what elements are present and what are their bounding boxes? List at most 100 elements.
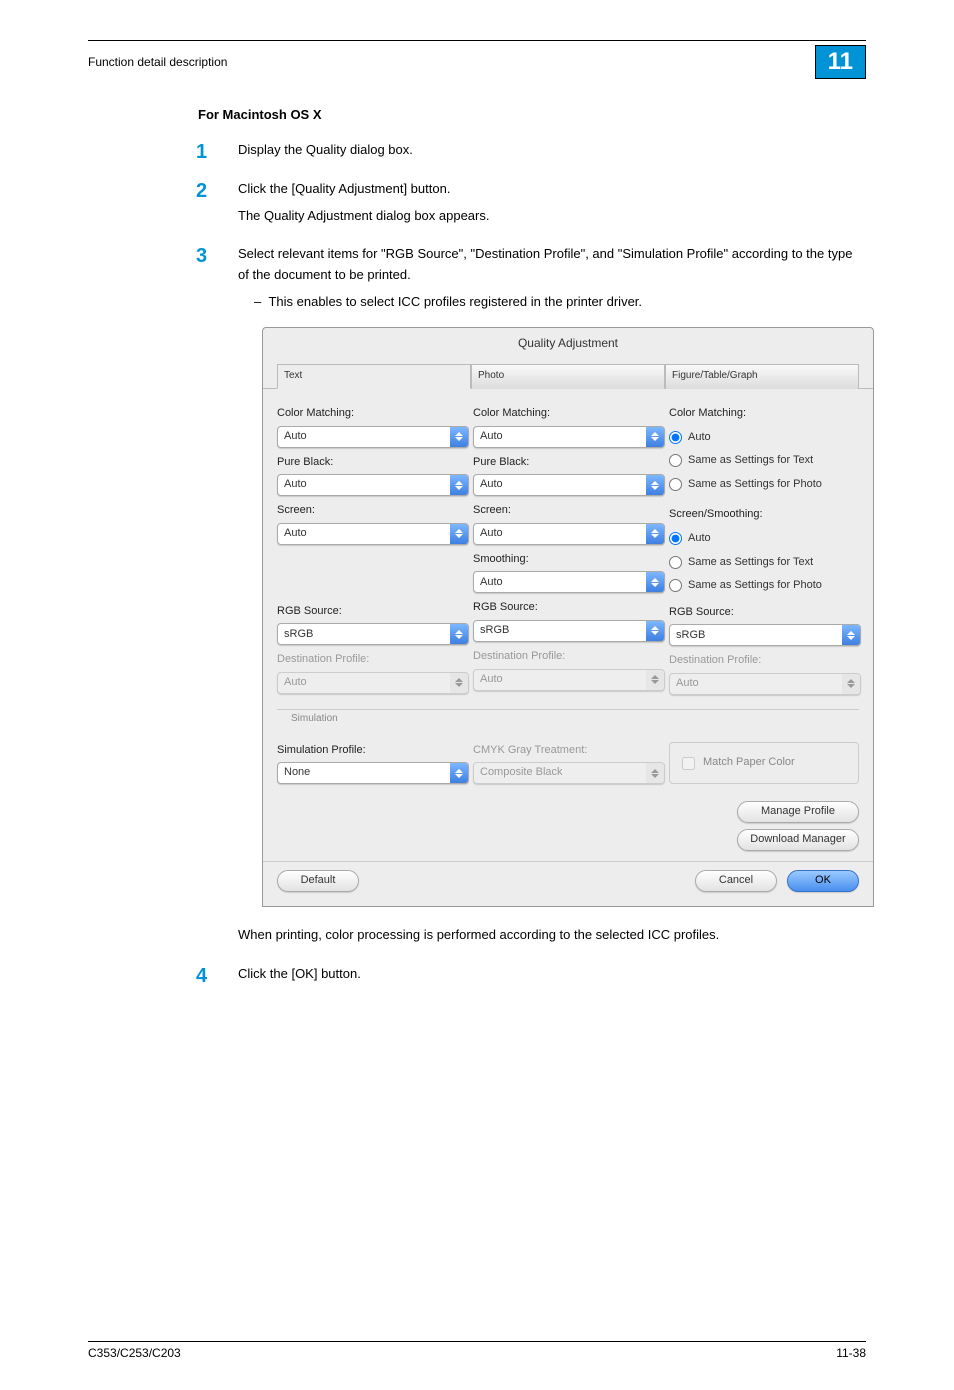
- quality-adjustment-dialog: Quality Adjustment Text Photo Figure/Tab…: [262, 327, 874, 907]
- step-1-text: Display the Quality dialog box.: [238, 142, 413, 157]
- radio-label: Auto: [688, 530, 711, 548]
- stepper-icon: [450, 427, 468, 447]
- label-simulation-profile: Simulation Profile:: [277, 742, 467, 760]
- select-value: Auto: [670, 675, 842, 693]
- stepper-icon: [646, 670, 664, 690]
- label-dest-profile-1: Destination Profile:: [277, 651, 467, 669]
- step-2-text: Click the [Quality Adjustment] button.: [238, 181, 450, 196]
- select-value: Auto: [474, 525, 646, 543]
- checkbox-input: [682, 757, 695, 770]
- select-screen-photo[interactable]: Auto: [473, 523, 665, 545]
- page-header-title: Function detail description: [88, 55, 227, 69]
- footer-right: 11-38: [836, 1346, 866, 1360]
- label-pure-black-1: Pure Black:: [277, 454, 467, 472]
- select-rgb-source-figure[interactable]: sRGB: [669, 624, 861, 646]
- label-smoothing-2: Smoothing:: [473, 551, 663, 569]
- section-heading: For Macintosh OS X: [198, 107, 866, 122]
- select-value: Auto: [474, 574, 646, 592]
- select-simulation-profile[interactable]: None: [277, 762, 469, 784]
- select-dest-profile-text: Auto: [277, 672, 469, 694]
- cancel-button[interactable]: Cancel: [695, 870, 777, 892]
- step-3-bullet: – This enables to select ICC profiles re…: [238, 292, 866, 313]
- footer-left: C353/C253/C203: [88, 1346, 181, 1360]
- column-figure: Color Matching: Auto Same as Settings fo…: [669, 399, 859, 695]
- tab-figure[interactable]: Figure/Table/Graph: [665, 364, 859, 389]
- stepper-icon: [842, 674, 860, 694]
- select-color-matching-photo[interactable]: Auto: [473, 426, 665, 448]
- stepper-icon: [646, 621, 664, 641]
- select-rgb-source-text[interactable]: sRGB: [277, 623, 469, 645]
- step-3-text: Select relevant items for "RGB Source", …: [238, 246, 852, 282]
- stepper-icon: [646, 524, 664, 544]
- default-button[interactable]: Default: [277, 870, 359, 892]
- radio-cm-same-text[interactable]: Same as Settings for Text: [669, 452, 859, 470]
- label-dest-profile-2: Destination Profile:: [473, 648, 663, 666]
- label-rgb-source-2: RGB Source:: [473, 599, 663, 617]
- radio-ss-same-text[interactable]: Same as Settings for Text: [669, 554, 859, 572]
- column-text: Color Matching: Auto Pure Black: Auto Sc…: [277, 399, 467, 695]
- ok-button[interactable]: OK: [787, 870, 859, 892]
- stepper-icon: [450, 524, 468, 544]
- step-1: Display the Quality dialog box.: [196, 140, 866, 161]
- chapter-number-badge: 11: [815, 45, 866, 79]
- radio-label: Auto: [688, 429, 711, 447]
- step-4: Click the [OK] button.: [196, 964, 866, 985]
- radio-label: Same as Settings for Photo: [688, 577, 822, 595]
- label-color-matching-2: Color Matching:: [473, 405, 663, 423]
- select-value: Auto: [278, 525, 450, 543]
- select-cmyk-gray: Composite Black: [473, 762, 665, 784]
- radio-ss-same-photo[interactable]: Same as Settings for Photo: [669, 577, 859, 595]
- radio-label: Same as Settings for Text: [688, 554, 813, 572]
- radio-cm-same-photo[interactable]: Same as Settings for Photo: [669, 476, 859, 494]
- select-pure-black-photo[interactable]: Auto: [473, 474, 665, 496]
- select-dest-profile-photo: Auto: [473, 669, 665, 691]
- stepper-icon: [450, 763, 468, 783]
- select-value: None: [278, 764, 450, 782]
- stepper-icon: [646, 572, 664, 592]
- label-dest-profile-3: Destination Profile:: [669, 652, 859, 670]
- radio-cm-auto[interactable]: Auto: [669, 429, 859, 447]
- select-screen-text[interactable]: Auto: [277, 523, 469, 545]
- label-cmyk-gray: CMYK Gray Treatment:: [473, 742, 663, 760]
- checkbox-label: Match Paper Color: [703, 754, 795, 772]
- select-value: Auto: [278, 476, 450, 494]
- stepper-icon: [646, 763, 664, 783]
- select-value: Auto: [474, 476, 646, 494]
- select-pure-black-text[interactable]: Auto: [277, 474, 469, 496]
- select-dest-profile-figure: Auto: [669, 673, 861, 695]
- tab-photo[interactable]: Photo: [471, 364, 665, 389]
- select-value: Composite Black: [474, 764, 646, 782]
- step-3-bullet-text: This enables to select ICC profiles regi…: [268, 294, 642, 309]
- select-value: sRGB: [278, 626, 450, 644]
- radio-label: Same as Settings for Photo: [688, 476, 822, 494]
- step-3: Select relevant items for "RGB Source", …: [196, 244, 866, 946]
- step-4-text: Click the [OK] button.: [238, 966, 361, 981]
- step-2: Click the [Quality Adjustment] button. T…: [196, 179, 866, 227]
- select-color-matching-text[interactable]: Auto: [277, 426, 469, 448]
- select-value: sRGB: [474, 622, 646, 640]
- stepper-icon: [842, 625, 860, 645]
- stepper-icon: [450, 624, 468, 644]
- stepper-icon: [646, 475, 664, 495]
- select-smoothing-photo[interactable]: Auto: [473, 571, 665, 593]
- radio-label: Same as Settings for Text: [688, 452, 813, 470]
- radio-ss-auto[interactable]: Auto: [669, 530, 859, 548]
- post-screenshot-text: When printing, color processing is perfo…: [238, 925, 866, 946]
- label-rgb-source-1: RGB Source:: [277, 603, 467, 621]
- label-color-matching-1: Color Matching:: [277, 405, 467, 423]
- select-rgb-source-photo[interactable]: sRGB: [473, 620, 665, 642]
- label-screen-2: Screen:: [473, 502, 663, 520]
- label-color-matching-3: Color Matching:: [669, 405, 859, 423]
- dialog-title: Quality Adjustment: [263, 328, 873, 363]
- download-manager-button[interactable]: Download Manager: [737, 829, 859, 851]
- step-2-continuation: The Quality Adjustment dialog box appear…: [238, 206, 866, 227]
- checkbox-match-paper-color: Match Paper Color: [669, 742, 859, 784]
- select-value: Auto: [474, 428, 646, 446]
- tab-text[interactable]: Text: [277, 364, 471, 389]
- manage-profile-button[interactable]: Manage Profile: [737, 801, 859, 823]
- label-screen-1: Screen:: [277, 502, 467, 520]
- simulation-group-label: Simulation: [277, 711, 352, 727]
- select-value: Auto: [278, 674, 450, 692]
- label-pure-black-2: Pure Black:: [473, 454, 663, 472]
- select-value: sRGB: [670, 627, 842, 645]
